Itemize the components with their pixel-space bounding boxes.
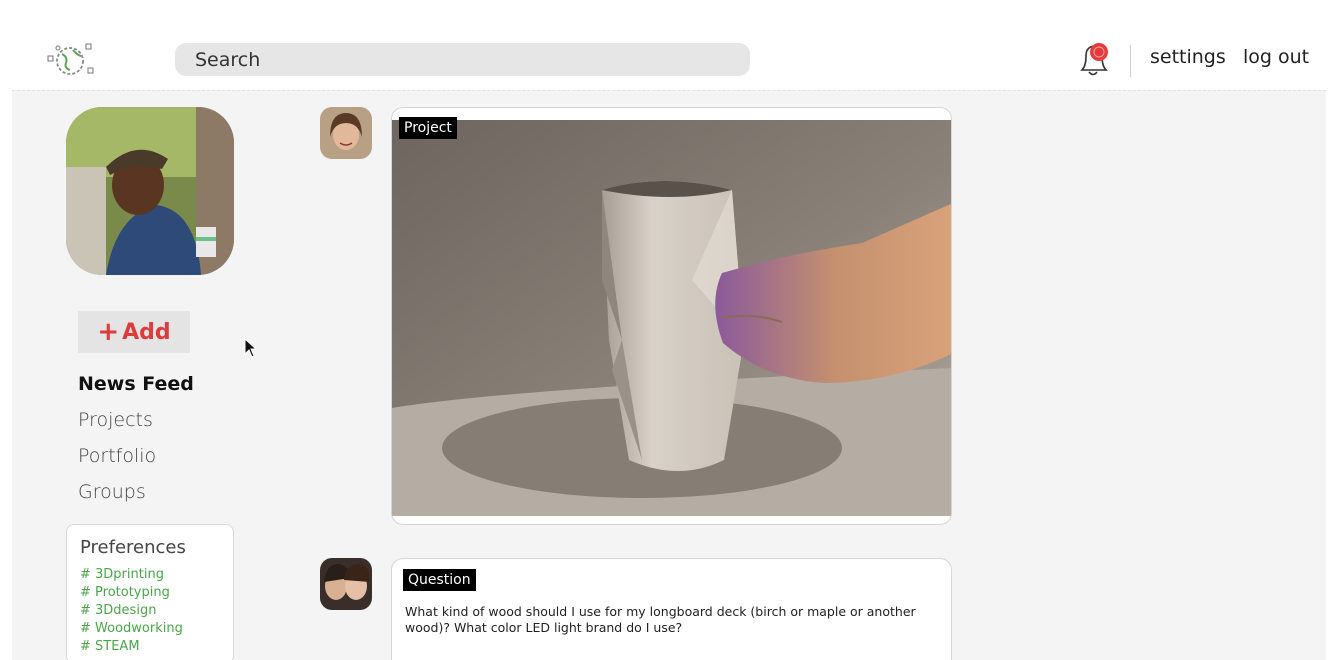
mouse-cursor-icon	[244, 338, 258, 358]
preference-tag[interactable]: # 3Ddesign	[80, 602, 233, 620]
settings-link[interactable]: settings	[1150, 46, 1226, 68]
project-post-card[interactable]: Project	[391, 107, 952, 525]
profile-avatar[interactable]	[66, 107, 234, 275]
top-bar: Search settings log out	[0, 0, 1330, 90]
post-author-avatar[interactable]	[320, 558, 372, 610]
add-label: Add	[122, 319, 171, 345]
preference-tag[interactable]: # 3Dprinting	[80, 566, 233, 584]
nav-projects[interactable]: Projects	[78, 409, 153, 431]
plus-icon: +	[97, 317, 120, 347]
preferences-panel: Preferences # 3Dprinting # Prototyping #…	[66, 524, 234, 660]
preference-tag[interactable]: # STEAM	[80, 638, 233, 656]
notification-bell-icon[interactable]	[1072, 38, 1114, 80]
header-divider	[1130, 45, 1131, 77]
post-type-badge: Question	[403, 569, 476, 591]
preference-tag[interactable]: # Woodworking	[80, 620, 233, 638]
post-type-badge: Project	[399, 117, 457, 139]
search-placeholder: Search	[195, 48, 261, 71]
globe-logo-icon[interactable]	[46, 40, 98, 80]
preferences-title: Preferences	[80, 537, 186, 558]
nav-groups[interactable]: Groups	[78, 481, 146, 503]
post-author-avatar[interactable]	[320, 107, 372, 159]
add-button[interactable]: + Add	[78, 311, 190, 353]
nav-portfolio[interactable]: Portfolio	[78, 445, 156, 467]
preference-tag[interactable]: # Prototyping	[80, 584, 233, 602]
logout-link[interactable]: log out	[1243, 46, 1309, 68]
question-post-card[interactable]: Question What kind of wood should I use …	[391, 558, 952, 660]
project-photo	[392, 120, 951, 516]
search-input[interactable]: Search	[175, 43, 750, 76]
question-text: What kind of wood should I use for my lo…	[405, 604, 916, 635]
nav-news-feed[interactable]: News Feed	[78, 373, 194, 395]
